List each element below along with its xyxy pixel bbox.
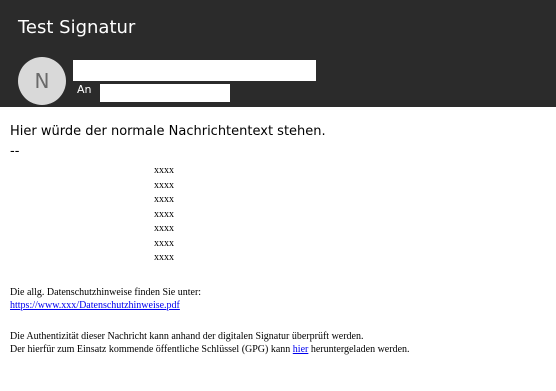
authenticity-notice: Die Authentizität dieser Nachricht kann …	[10, 330, 410, 356]
auth-line-2: Der hierfür zum Einsatz kommende öffentl…	[10, 343, 410, 356]
signature-block: xxxx xxxx xxxx xxxx xxxx xxxx xxxx	[154, 164, 174, 266]
signature-line: xxxx	[154, 194, 174, 205]
privacy-text: Die allg. Datenschutzhinweise finden Sie…	[10, 287, 202, 298]
message-body-text: Hier würde der normale Nachrichtentext s…	[10, 124, 326, 139]
recipient-redacted[interactable]	[100, 84, 230, 102]
sender-avatar[interactable]: N	[18, 57, 66, 105]
to-label: An	[77, 83, 92, 96]
signature-line: xxxx	[154, 208, 174, 220]
signature-line: xxxx	[154, 237, 174, 249]
signature-line: xxxx	[154, 223, 174, 234]
signature-separator: --	[10, 144, 20, 159]
auth-line-2-before: Der hierfür zum Einsatz kommende öffentl…	[10, 344, 293, 355]
message-subject: Test Signatur	[18, 17, 136, 38]
auth-line-2-after: heruntergeladen werden.	[308, 344, 410, 355]
message-header: Test Signatur N An	[0, 0, 556, 107]
privacy-notice: Die allg. Datenschutzhinweise finden Sie…	[10, 286, 201, 312]
signature-line: xxxx	[154, 252, 174, 263]
sender-name-redacted[interactable]	[73, 60, 316, 81]
privacy-link[interactable]: https://www.xxx/Datenschutzhinweise.pdf	[10, 300, 180, 311]
signature-line: xxxx	[154, 165, 174, 176]
signature-line: xxxx	[154, 179, 174, 191]
public-key-download-link[interactable]: hier	[293, 344, 309, 355]
auth-line-1: Die Authentizität dieser Nachricht kann …	[10, 331, 364, 342]
